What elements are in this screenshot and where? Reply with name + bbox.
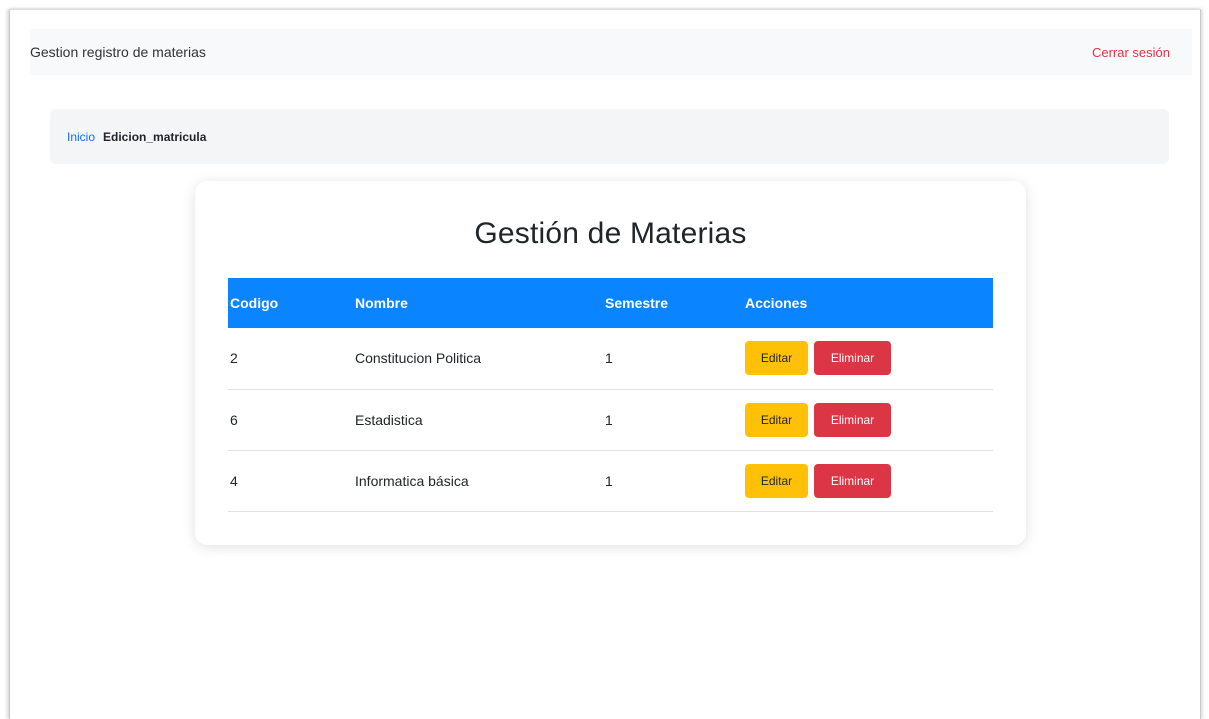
delete-button[interactable]: Eliminar [814, 463, 891, 498]
table-body: 2 Constitucion Politica 1 Editar Eliminar… [228, 328, 993, 511]
breadcrumb-current: Edicion_matricula [103, 129, 207, 144]
breadcrumb: Inicio Edicion_matricula [50, 109, 1169, 164]
column-header-nombre: Nombre [355, 295, 408, 311]
cell-semestre: 1 [605, 350, 613, 367]
edit-button[interactable]: Editar [745, 341, 808, 376]
delete-button[interactable]: Eliminar [814, 402, 891, 437]
table-header: Codigo Nombre Semestre Acciones [228, 278, 993, 328]
cell-acciones: Editar Eliminar [745, 389, 993, 450]
column-header-codigo: Codigo [230, 295, 279, 311]
cell-semestre: 1 [605, 411, 613, 428]
edit-button[interactable]: Editar [745, 402, 808, 437]
cell-acciones: Editar Eliminar [745, 328, 993, 389]
column-header-semestre: Semestre [605, 295, 669, 311]
delete-button[interactable]: Eliminar [814, 341, 891, 376]
cell-codigo: 2 [230, 350, 238, 367]
table-row: 4 Informatica básica 1 Editar Eliminar [228, 450, 993, 511]
subjects-card: Gestión de Materias Codigo Nombre Semest… [195, 181, 1026, 545]
column-header-acciones: Acciones [745, 295, 808, 311]
cell-nombre: Constitucion Politica [355, 350, 482, 367]
cell-acciones: Editar Eliminar [745, 450, 993, 511]
breadcrumb-home-link[interactable]: Inicio [67, 130, 95, 144]
cell-nombre: Estadistica [355, 411, 423, 428]
cell-codigo: 4 [230, 472, 238, 489]
logout-link[interactable]: Cerrar sesión [1092, 45, 1170, 60]
cell-nombre: Informatica básica [355, 472, 469, 489]
page-title: Gestión de Materias [474, 217, 747, 250]
table-row: 2 Constitucion Politica 1 Editar Eliminar [228, 328, 993, 389]
subjects-table: Codigo Nombre Semestre Acciones 2 Consti… [228, 278, 993, 512]
cell-codigo: 6 [230, 411, 238, 428]
cell-semestre: 1 [605, 472, 613, 489]
browser-window: Gestion registro de materias Cerrar sesi… [9, 9, 1201, 719]
navbar-brand[interactable]: Gestion registro de materias [30, 44, 206, 60]
edit-button[interactable]: Editar [745, 463, 808, 498]
table-row: 6 Estadistica 1 Editar Eliminar [228, 389, 993, 450]
navbar: Gestion registro de materias Cerrar sesi… [30, 29, 1192, 75]
table-header-row: Codigo Nombre Semestre Acciones [228, 278, 993, 328]
